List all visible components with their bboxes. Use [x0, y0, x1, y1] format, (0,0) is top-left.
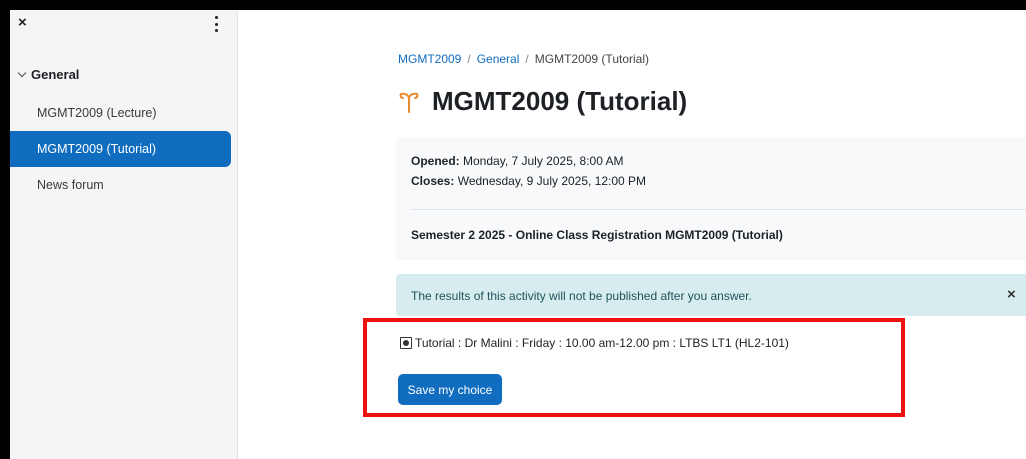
- sidebar-item-label: MGMT2009 (Tutorial): [37, 142, 157, 156]
- closes-value: Wednesday, 9 July 2025, 12:00 PM: [457, 174, 647, 188]
- more-options-icon[interactable]: [214, 16, 218, 32]
- breadcrumb-separator: /: [525, 52, 529, 66]
- section-general[interactable]: General: [17, 67, 80, 82]
- divider: [411, 209, 1026, 210]
- opened-value: Monday, 7 July 2025, 8:00 AM: [463, 154, 624, 168]
- save-choice-button[interactable]: Save my choice: [398, 374, 502, 405]
- sidebar-item-label: MGMT2009 (Lecture): [37, 106, 157, 120]
- breadcrumb-course-link[interactable]: MGMT2009: [398, 52, 461, 66]
- option-label: Tutorial : Dr Malini : Friday : 10.00 am…: [415, 336, 789, 350]
- activity-dates: Opened: Monday, 7 July 2025, 8:00 AM Clo…: [396, 137, 1026, 260]
- chevron-down-icon: [17, 68, 27, 78]
- closes-label: Closes:: [411, 174, 455, 188]
- breadcrumb-current: MGMT2009 (Tutorial): [534, 52, 649, 66]
- closes-date: Closes: Wednesday, 9 July 2025, 12:00 PM: [411, 174, 646, 188]
- sidebar-item-news-forum[interactable]: News forum: [10, 167, 231, 203]
- breadcrumb-separator: /: [467, 52, 471, 66]
- breadcrumb: MGMT2009 / General / MGMT2009 (Tutorial): [398, 52, 649, 66]
- breadcrumb-section-link[interactable]: General: [477, 52, 520, 66]
- option-radio[interactable]: [400, 337, 412, 349]
- sidebar-item-lecture[interactable]: MGMT2009 (Lecture): [10, 95, 231, 131]
- alert-message: The results of this activity will not be…: [411, 289, 752, 303]
- activity-description: Semester 2 2025 - Online Class Registrat…: [411, 228, 783, 242]
- sidebar-item-tutorial[interactable]: MGMT2009 (Tutorial): [10, 131, 231, 167]
- choice-icon: [399, 92, 419, 113]
- close-drawer-icon[interactable]: ×: [18, 14, 27, 32]
- page-title: MGMT2009 (Tutorial): [432, 86, 688, 116]
- info-alert: The results of this activity will not be…: [396, 274, 1026, 316]
- page-frame: × General MGMT2009 (Lecture) MGMT2009 (T…: [10, 10, 1026, 459]
- opened-date: Opened: Monday, 7 July 2025, 8:00 AM: [411, 154, 624, 168]
- opened-label: Opened:: [411, 154, 460, 168]
- choice-option[interactable]: Tutorial : Dr Malini : Friday : 10.00 am…: [400, 336, 789, 350]
- close-icon[interactable]: ×: [1007, 286, 1016, 303]
- page-header: MGMT2009 (Tutorial): [398, 86, 687, 117]
- section-label: General: [31, 67, 80, 82]
- course-index-drawer: × General MGMT2009 (Lecture) MGMT2009 (T…: [10, 10, 238, 459]
- sidebar-item-label: News forum: [37, 178, 104, 192]
